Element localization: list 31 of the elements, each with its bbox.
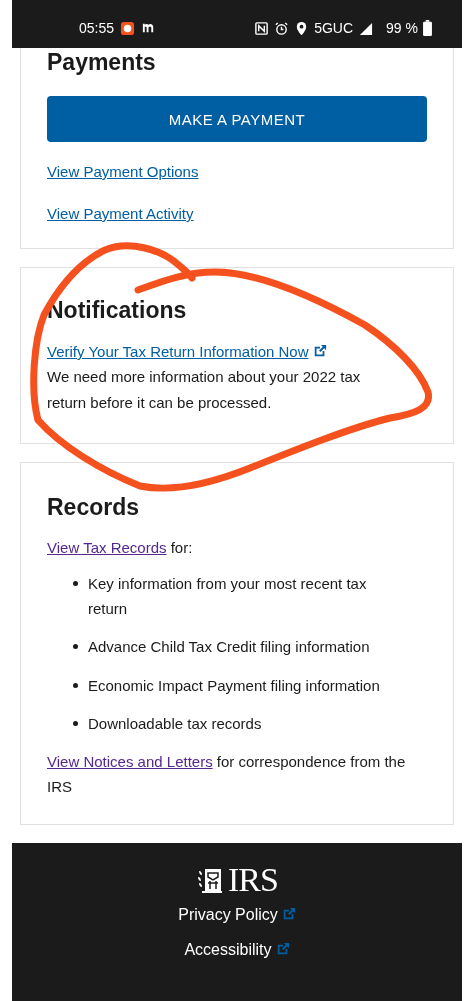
footer-link[interactable]: Privacy Policy (178, 905, 278, 923)
network-type: 5GUC (314, 20, 354, 36)
app-icon (120, 20, 136, 36)
records-intro: View Tax Records for: (47, 538, 194, 559)
bullet-icon (73, 720, 78, 726)
verify-link[interactable]: Verify Your Tax Return Information Now (47, 340, 309, 364)
list-item-text: Key information from your most recent tax return (88, 573, 368, 620)
nfc-icon (254, 20, 270, 36)
battery-percent: 99 % (386, 20, 418, 36)
bullet-icon (73, 682, 78, 688)
list-item-text: Advance Child Tax Credit filing information (88, 637, 370, 658)
footer-link[interactable]: Accessibility (184, 940, 272, 958)
logo-text: IRS (228, 862, 278, 897)
clock-time: 05:55 (79, 20, 115, 36)
section-heading: Payments (47, 48, 157, 76)
list-item-text: Economic Impact Payment filing information (88, 675, 380, 696)
notification-message: We need more information about your 2022 tax return before it can be processed. (47, 367, 362, 413)
list-item-text: Downloadable tax records (88, 713, 262, 734)
bullet-icon (73, 644, 78, 650)
link[interactable]: View Notices and Letters (47, 752, 213, 770)
signal-icon (358, 20, 374, 36)
link[interactable]: View Tax Records (47, 539, 167, 557)
section-heading: Notifications (47, 296, 188, 324)
bullet-icon (73, 580, 78, 586)
battery-icon (423, 20, 432, 36)
alarm-icon (274, 20, 290, 36)
link[interactable]: View Payment Activity (47, 194, 194, 234)
section-heading: Records (47, 493, 141, 522)
link[interactable]: View Payment Options (47, 152, 199, 192)
records-note: View Notices and Letters for correspondence from the IRS (47, 751, 407, 798)
make-payment-button[interactable]: MAKE A PAYMENT (47, 96, 427, 142)
